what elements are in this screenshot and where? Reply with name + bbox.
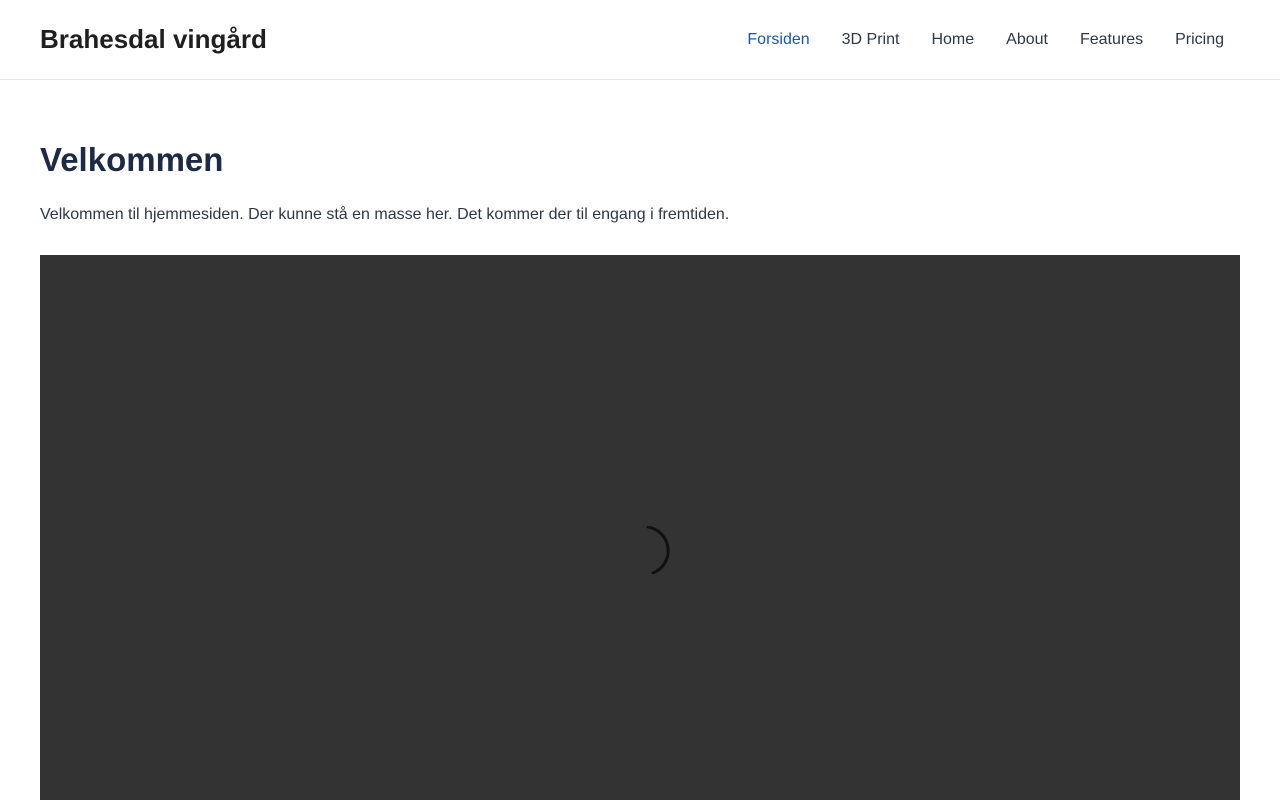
nav-item-pricing[interactable]: Pricing [1159, 29, 1240, 51]
nav-item-3d-print[interactable]: 3D Print [826, 29, 916, 51]
nav-item-forsiden[interactable]: Forsiden [731, 29, 825, 51]
main-navigation: Forsiden 3D Print Home About Features Pr… [731, 29, 1240, 51]
nav-item-about[interactable]: About [990, 29, 1064, 51]
media-player[interactable] [40, 255, 1240, 800]
site-brand-link[interactable]: Brahesdal vingård [40, 22, 267, 56]
loading-spinner-icon [646, 526, 670, 574]
site-header: Brahesdal vingård Forsiden 3D Print Home… [0, 0, 1280, 80]
nav-item-home[interactable]: Home [915, 29, 990, 51]
page-title: Velkommen [40, 141, 224, 178]
intro-text: Velkommen til hjemmesiden. Der kunne stå… [40, 206, 730, 223]
nav-item-features[interactable]: Features [1064, 29, 1159, 51]
